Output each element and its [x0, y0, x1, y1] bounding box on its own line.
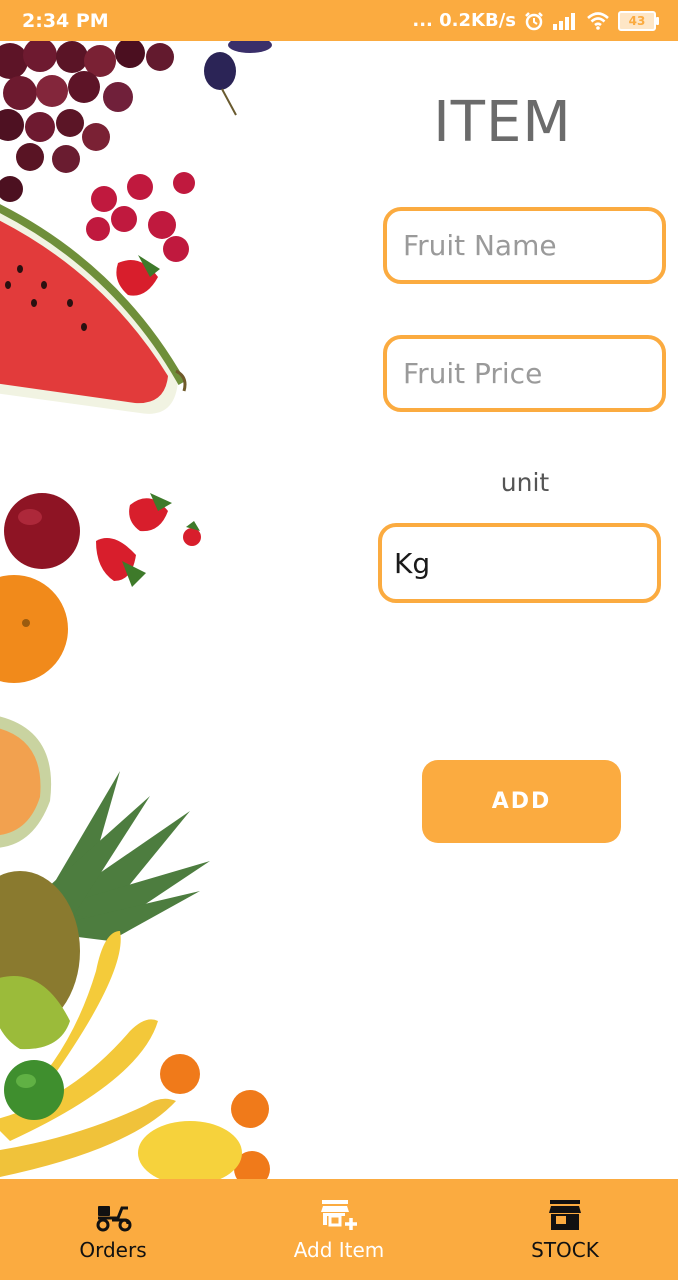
page-title: ITEM	[433, 90, 572, 155]
add-store-icon	[321, 1199, 357, 1230]
unit-input[interactable]: Kg	[378, 523, 661, 603]
fruit-name-input[interactable]: Fruit Name	[383, 207, 666, 284]
nav-add-item-label: Add Item	[293, 1237, 385, 1262]
nav-orders[interactable]: Orders	[0, 1179, 226, 1280]
nav-add-item[interactable]: Add Item	[226, 1179, 452, 1280]
signal-icon	[553, 12, 575, 30]
network-speed: ... 0.2KB/s	[412, 10, 516, 31]
nav-stock-label: STOCK	[531, 1237, 599, 1262]
fruit-illustration	[0, 41, 272, 1179]
fruit-price-placeholder: Fruit Price	[403, 357, 543, 390]
add-button[interactable]: ADD	[422, 760, 621, 843]
bottom-navigation: Orders Add Item STOCK	[0, 1179, 678, 1280]
store-icon	[549, 1199, 581, 1230]
battery-icon: 43	[618, 10, 659, 31]
nav-stock[interactable]: STOCK	[452, 1179, 678, 1280]
status-time: 2:34 PM	[22, 9, 109, 32]
unit-label: unit	[500, 468, 550, 497]
wifi-icon	[587, 11, 609, 30]
fruit-price-input[interactable]: Fruit Price	[383, 335, 666, 412]
fruit-background-image	[0, 41, 272, 1179]
nav-orders-label: Orders	[79, 1237, 147, 1262]
scooter-icon	[96, 1205, 132, 1231]
unit-value: Kg	[394, 546, 431, 580]
status-bar: 2:34 PM ... 0.2KB/s 43	[0, 0, 678, 41]
alarm-icon	[525, 11, 543, 30]
fruit-name-placeholder: Fruit Name	[403, 229, 557, 262]
status-indicators: ... 0.2KB/s 43	[412, 10, 659, 31]
